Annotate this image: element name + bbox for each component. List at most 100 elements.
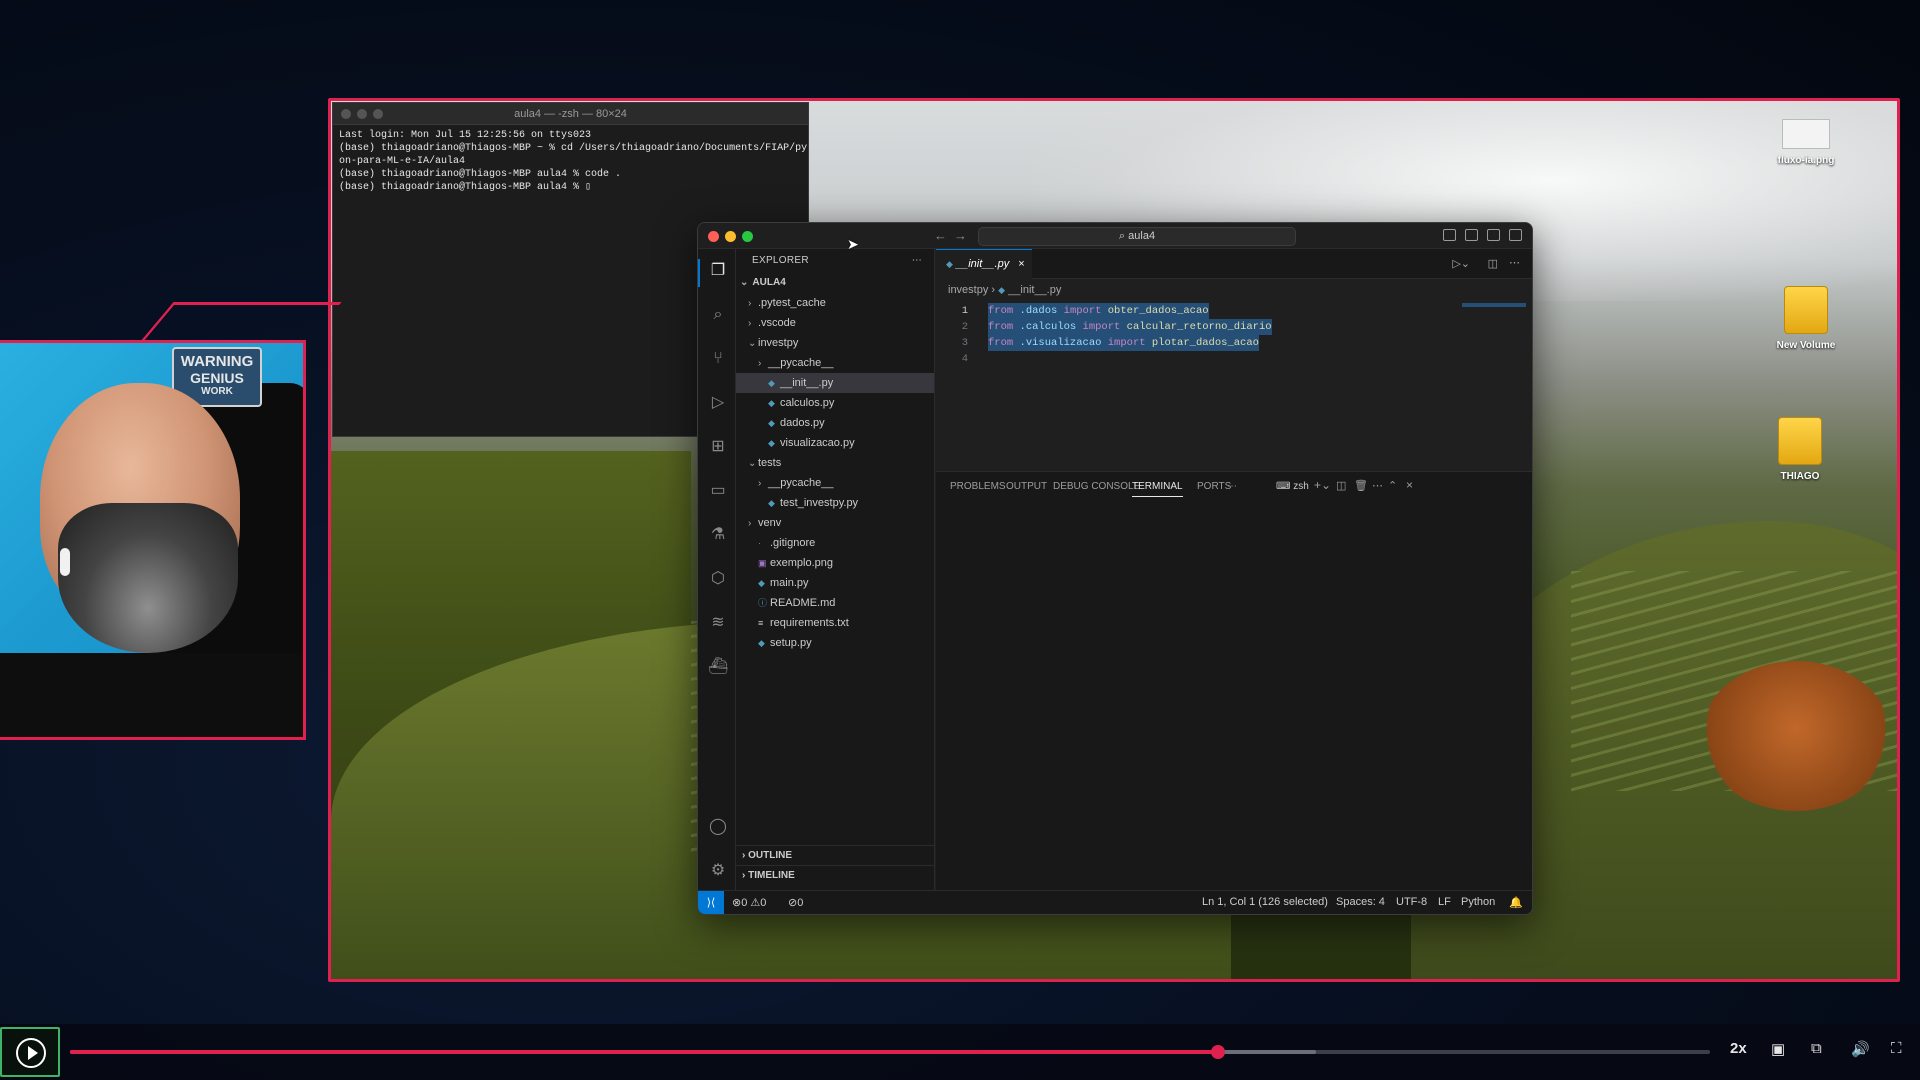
toggle-panel-icon[interactable] (1465, 229, 1478, 241)
cursor-position[interactable]: Ln 1, Col 1 (126 selected) (1202, 896, 1328, 908)
split-terminal-icon[interactable]: ◫ (1336, 479, 1346, 492)
problems-status[interactable]: ⊗0 ⚠0 (732, 896, 766, 909)
tree-file[interactable]: ◆ test_investpy.py (736, 493, 934, 513)
run-debug-icon[interactable]: ▷ (708, 393, 728, 413)
docker-icon[interactable]: ⛴ (708, 657, 728, 677)
extensions-icon[interactable]: ⊞ (708, 437, 728, 457)
remote-indicator-icon[interactable]: ⟩⟨ (698, 891, 724, 914)
wallpaper-autumn-tree (1701, 661, 1891, 811)
maximize-panel-icon[interactable]: ⌃ (1388, 479, 1397, 492)
tree-file[interactable]: ≡ requirements.txt (736, 613, 934, 633)
tree-file[interactable]: ▣ exemplo.png (736, 553, 934, 573)
breadcrumb-folder[interactable]: investpy (948, 284, 988, 296)
tree-file[interactable]: ◆ setup.py (736, 633, 934, 653)
close-panel-icon[interactable]: × (1406, 478, 1413, 492)
toggle-secondary-sidebar-icon[interactable] (1487, 229, 1500, 241)
vscode-titlebar[interactable]: ← → ⌕ aula4 (698, 223, 1532, 249)
remote-explorer-icon[interactable]: ▭ (708, 481, 728, 501)
timeline-label: TIMELINE (748, 870, 795, 881)
tree-file[interactable]: ◆ main.py (736, 573, 934, 593)
account-icon[interactable]: ◯ (708, 817, 728, 837)
minimize-button[interactable] (725, 231, 736, 242)
python-file-icon: ◆ (946, 259, 953, 269)
tree-file[interactable]: · .gitignore (736, 533, 934, 553)
seek-bar[interactable] (70, 1045, 1710, 1059)
editor-tab-init[interactable]: ◆ __init__.py × (936, 249, 1032, 279)
tree-folder[interactable]: ⌄ tests (736, 453, 934, 473)
trash-icon[interactable]: 🗑 (1354, 479, 1368, 492)
settings-gear-icon[interactable]: ⚙ (708, 861, 728, 881)
more-actions-icon[interactable]: ⋯ (912, 249, 922, 273)
module: .dados (1013, 305, 1064, 317)
line-number: 2 (961, 321, 968, 333)
close-button[interactable] (708, 231, 719, 242)
more-tabs-icon[interactable]: ⋯ (1227, 481, 1237, 492)
tree-folder[interactable]: › venv (736, 513, 934, 533)
back-arrow-icon[interactable]: ← (934, 228, 947, 243)
tree-file[interactable]: ◆ calculos.py (736, 393, 934, 413)
end-of-line[interactable]: LF (1438, 896, 1451, 908)
timeline-section[interactable]: › TIMELINE (736, 865, 934, 885)
notifications-bell-icon[interactable]: 🔔 (1509, 896, 1523, 909)
fullscreen-icon[interactable]: ⛶ (1891, 1040, 1902, 1057)
explorer-root-folder[interactable]: ⌄ AULA4 (736, 273, 934, 293)
desktop-icon-new-volume[interactable]: New Volume (1751, 286, 1861, 351)
subtitles-icon[interactable]: ▣ (1771, 1040, 1785, 1058)
split-editor-icon[interactable]: ◫ (1488, 257, 1498, 270)
chevron-down-icon: ⌄ (748, 458, 757, 469)
picture-in-picture-icon[interactable]: ⧉ (1811, 1040, 1822, 1057)
tree-file[interactable]: ◆ visualizacao.py (736, 433, 934, 453)
encoding[interactable]: UTF-8 (1396, 896, 1427, 908)
customize-layout-icon[interactable] (1509, 229, 1522, 241)
keyword: from (988, 305, 1014, 317)
search-icon[interactable]: ⌕ (708, 305, 728, 325)
tree-file[interactable]: ◆ __init__.py (736, 373, 934, 393)
tab-debug-console[interactable]: DEBUG CONSOLE (1053, 481, 1140, 492)
tab-problems[interactable]: PROBLEMS (950, 481, 1006, 492)
ports-status[interactable]: ⊘0 (788, 896, 803, 909)
close-tab-icon[interactable]: × (1018, 258, 1024, 270)
more-actions-icon[interactable]: ⋯ (1372, 479, 1383, 492)
volume-icon[interactable]: 🔊 (1851, 1040, 1870, 1058)
forward-arrow-icon[interactable]: → (954, 228, 967, 243)
toggle-sidebar-icon[interactable] (1443, 229, 1456, 241)
terminal-output[interactable]: Last login: Mon Jul 15 12:25:56 on ttys0… (333, 125, 808, 198)
gitlens-icon[interactable]: ⬡ (708, 569, 728, 589)
breadcrumb-file[interactable]: __init__.py (1008, 284, 1061, 296)
indentation[interactable]: Spaces: 4 (1336, 896, 1385, 908)
terminal-shell-selector[interactable]: ⌨ zsh (1276, 481, 1309, 492)
tab-label: __init__.py (955, 258, 1010, 270)
seek-handle[interactable] (1211, 1045, 1225, 1059)
tab-output[interactable]: OUTPUT (1006, 481, 1047, 492)
outline-section[interactable]: › OUTLINE (736, 845, 934, 865)
language-mode[interactable]: Python (1461, 896, 1495, 908)
testing-flask-icon[interactable]: ⚗ (708, 525, 728, 545)
tree-folder[interactable]: › .vscode (736, 313, 934, 333)
source-control-icon[interactable]: ⑂ (708, 349, 728, 369)
playback-speed[interactable]: 2x (1730, 1040, 1747, 1057)
chevron-right-icon: › (748, 298, 752, 309)
zoom-button[interactable] (742, 231, 753, 242)
more-actions-icon[interactable]: ⋯ (1509, 256, 1520, 269)
tree-file[interactable]: ◆ dados.py (736, 413, 934, 433)
terminal-titlebar[interactable]: aula4 — -zsh — 80×24 (333, 103, 808, 125)
desktop-icon-thiago[interactable]: THIAGO (1745, 417, 1855, 482)
command-center-search[interactable]: ⌕ aula4 (978, 227, 1296, 246)
vscode-window[interactable]: ← → ⌕ aula4 ❐ ⌕ ⑂ ▷ ⊞ ▭ ⚗ ⬡ ≋ ⛴ ◯ ⚙ EXPL… (697, 222, 1533, 915)
tree-folder[interactable]: › __pycache__ (736, 473, 934, 493)
integrated-terminal[interactable] (936, 500, 1532, 880)
new-terminal-icon[interactable]: +⌄ (1314, 478, 1331, 492)
play-button[interactable] (0, 1027, 60, 1077)
desktop-icon-fluxo-ia[interactable]: fluxo-ia.png (1751, 119, 1861, 166)
tab-terminal[interactable]: TERMINAL (1132, 481, 1183, 497)
aws-icon[interactable]: ≋ (708, 613, 728, 633)
tree-folder[interactable]: ⌄ investpy (736, 333, 934, 353)
tree-item-label: setup.py (770, 637, 812, 649)
explorer-sidebar: EXPLORER ⋯ ⌄ AULA4 › .pytest_cache › .vscod… (736, 249, 935, 891)
chevron-right-icon: › (748, 318, 752, 329)
tree-file[interactable]: ⓘ README.md (736, 593, 934, 613)
explorer-files-icon[interactable]: ❐ (708, 261, 728, 281)
tree-folder[interactable]: › __pycache__ (736, 353, 934, 373)
tree-folder[interactable]: › .pytest_cache (736, 293, 934, 313)
run-python-icon[interactable]: ▷⌄ (1452, 257, 1470, 270)
